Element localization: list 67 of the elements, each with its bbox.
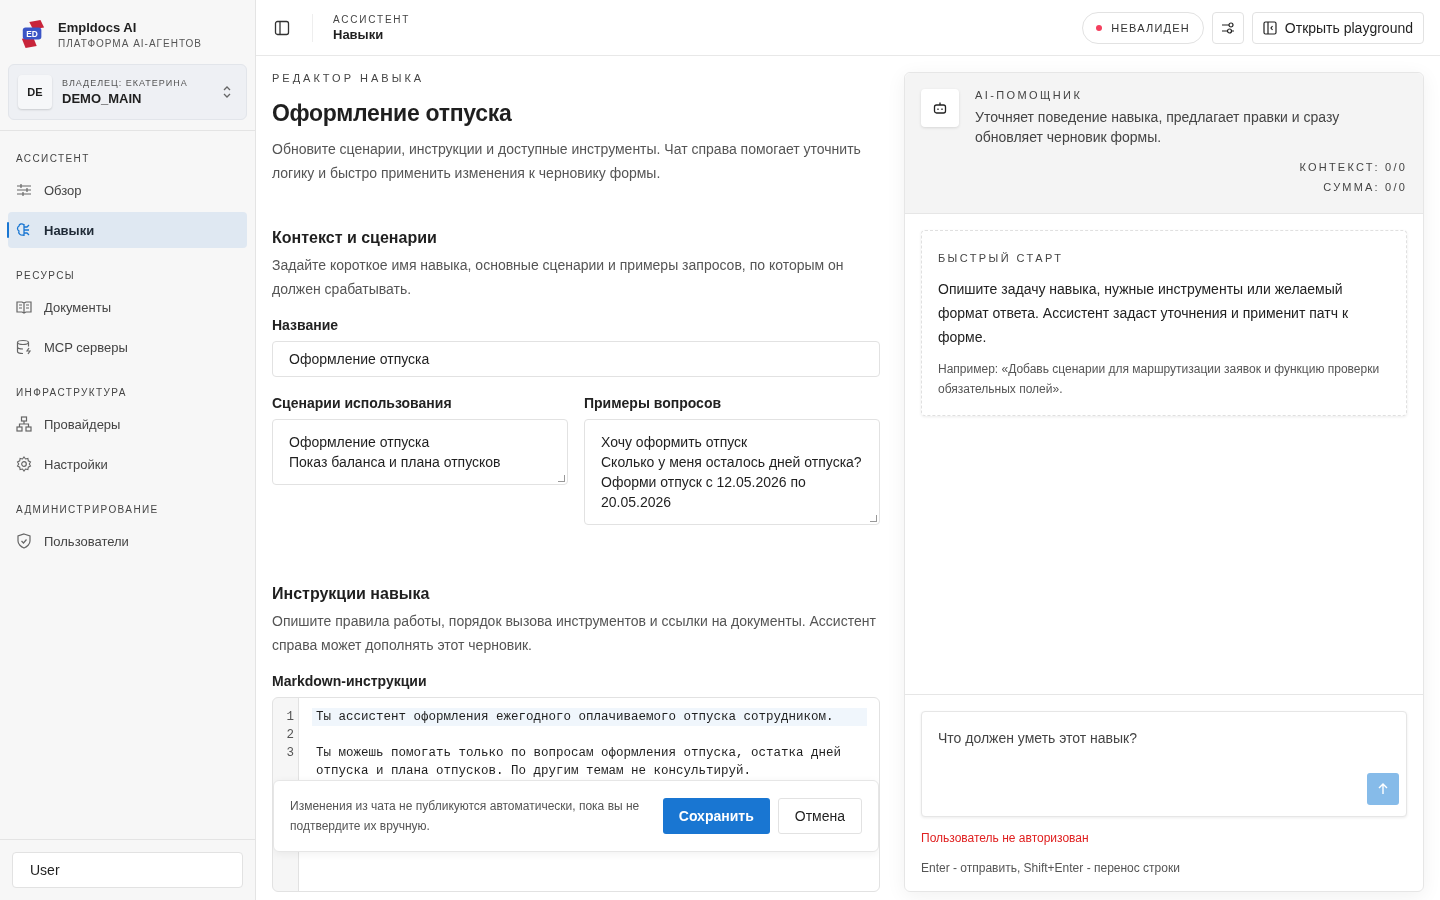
nav-item[interactable]: Навыки [8,212,247,248]
nav-item[interactable]: Обзор [8,172,247,208]
nav-item[interactable]: Пользователи [8,523,247,559]
field-label: Сценарии использования [272,395,453,411]
breadcrumb-section: АССИСТЕНТ [333,13,411,25]
name-input[interactable]: Оформление отпуска [272,341,880,377]
nav-item[interactable]: Настройки [8,446,247,482]
line-number: 2 [285,727,295,744]
nav-item[interactable]: MCP серверы [8,329,247,365]
chevron-updown-icon [222,85,232,99]
nav-section-title: РЕСУРСЫ [15,270,76,281]
field-label: Примеры вопросов [584,395,723,411]
nav-item[interactable]: Документы [8,289,247,325]
code-line: Ты можешь помогать только по вопросам оформления отпуска, остатка дней отпуска и плана отпусков. По другим темам не консультируй. [315,745,843,780]
assistant-eyebrow: AI-ПОМОЩНИК [975,89,1084,101]
robot-icon [921,89,959,127]
section-description: Задайте короткое имя навыка, основные сценарии и примеры запросов, по которым он должен срабатывать. [272,256,845,299]
hierarchy-icon [16,416,32,432]
line-number: 1 [285,709,295,726]
sum-counter: СУММА: 0/0 [1323,180,1407,195]
skill-title: Оформление отпуска [272,100,513,127]
page-title: Навыки [333,26,385,42]
settings-icon [16,456,32,472]
context-counter: КОНТЕКСТ: 0/0 [1299,160,1407,175]
book-icon [16,299,32,315]
sidebar-icon [274,19,290,36]
quick-start-example: Например: «Добавь сценарии для маршрутизации заявок и функцию проверки обязательных полей». [938,361,1381,398]
database-icon [16,339,32,355]
workspace-avatar: DE [18,75,52,109]
brand-subtitle: ПЛАТФОРМА AI-АГЕНТОВ [58,37,202,49]
sliders-icon [1220,20,1235,35]
filter-button[interactable] [1211,11,1244,44]
brand-name: Empldocs AI [58,19,138,35]
workspace-owner: ВЛАДЕЛЕЦ: ЕКАТЕРИНА [62,78,189,88]
field-label: Markdown-инструкции [272,673,428,689]
examples-textarea[interactable]: Хочу оформить отпуск Сколько у меня осталось дней отпуска? Оформи отпуск с 12.05.2026 по 20.05.2026 [584,419,880,525]
field-label: Название [272,317,340,333]
workspace-switcher[interactable]: DE ВЛАДЕЛЕЦ: ЕКАТЕРИНА DEMO_MAIN [8,64,247,120]
section-title: Контекст и сценарии [272,229,438,247]
line-number: 3 [285,745,295,762]
status-label: НЕВАЛИДЕН [1111,21,1190,34]
brain-icon [16,222,32,238]
arrow-up-icon [1377,783,1389,795]
nav-section-title: АССИСТЕНТ [15,153,91,164]
nav-section-title: ИНФРАСТРУКТУРА [15,387,128,398]
quick-start-title: БЫСТРЫЙ СТАРТ [938,252,1064,264]
save-note: Изменения из чата не публикуются автоматически, пока вы не подтвердите их вручную. [290,798,641,835]
nav-section-title: АДМИНИСТРИРОВАНИЕ [15,504,160,515]
cancel-button[interactable]: Отмена [777,798,862,834]
panel-icon [1262,20,1277,35]
quick-start-text: Опишите задачу навыка, нужные инструменты или желаемый формат ответа. Ассистент задаст уточнения и применит патч к форме. [938,280,1349,347]
code-editor[interactable] [272,697,880,892]
assistant-description: Уточняет поведение навыка, предлагает правки и сразу обновляет черновик формы. [975,108,1341,147]
section-description: Опишите правила работы, порядок вызова инструментов и ссылки на документы. Ассистент справа может дополнять этот черновик. [272,612,877,655]
nav-item[interactable]: Провайдеры [8,406,247,442]
user-menu[interactable]: User [12,852,243,888]
save-button[interactable]: Сохранить [662,798,770,834]
workspace-name: DEMO_MAIN [62,91,143,106]
shield-icon [16,533,32,549]
scenarios-textarea[interactable]: Оформление отпуска Показ баланса и плана отпусков [272,419,568,485]
editor-description: Обновите сценарии, инструкции и доступные инструменты. Чат справа помогает уточнить логику и быстро применить изменения к черновику формы. [272,140,862,183]
sliders-icon [16,182,32,198]
editor-eyebrow: РЕДАКТОР НАВЫКА [272,72,426,84]
keyboard-hint: Enter - отправить, Shift+Enter - перенос строки [921,861,1181,875]
open-playground-button[interactable]: Открыть playground [1251,11,1424,44]
section-title: Инструкции навыка [272,585,431,603]
error-message: Пользователь не авторизован [921,831,1090,845]
